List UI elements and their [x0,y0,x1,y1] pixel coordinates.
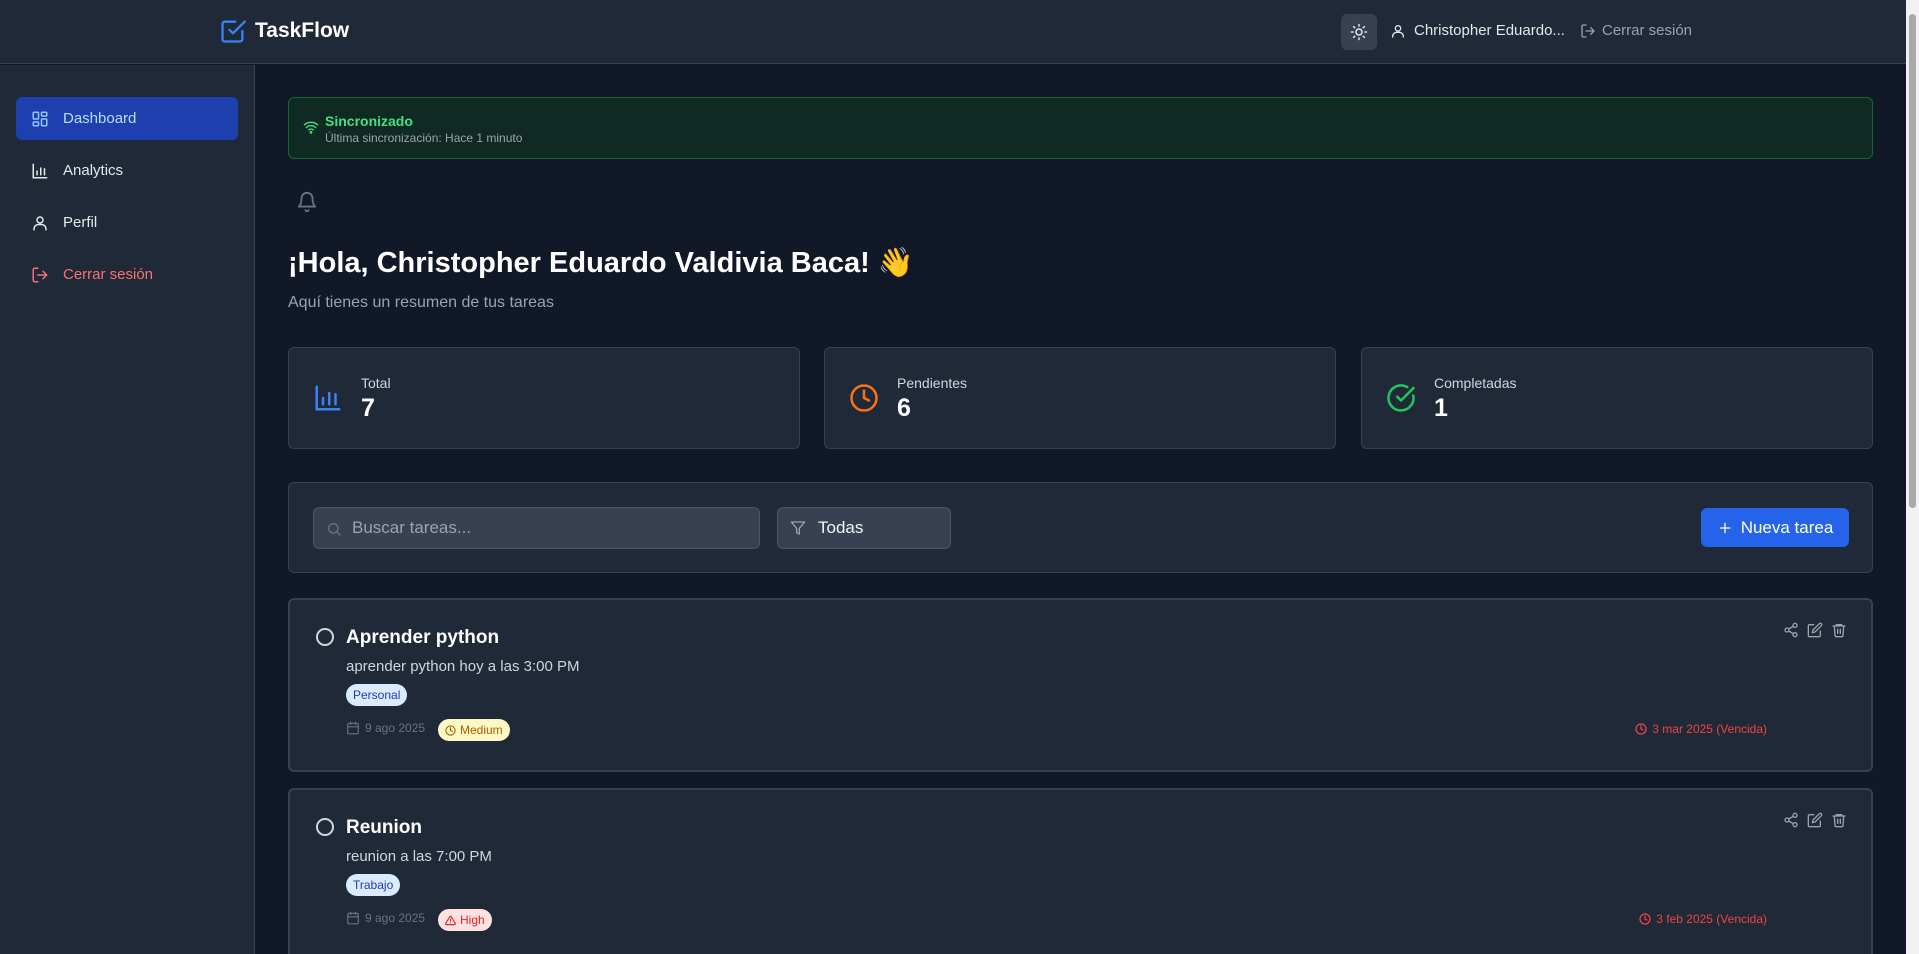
dashboard-icon [31,110,49,128]
page-subtitle: Aquí tienes un resumen de tus tareas [288,294,554,311]
new-task-label: Nueva tarea [1740,517,1834,537]
logout-label: Cerrar sesión [1602,22,1693,39]
theme-toggle-button[interactable] [1341,14,1377,50]
priority-label: Medium [460,723,503,737]
share-icon[interactable] [1783,622,1799,638]
clock-icon [1639,913,1651,925]
task-complete-checkbox[interactable] [316,818,334,836]
check-circle-icon [1386,383,1416,413]
alert-triangle-icon [445,915,456,926]
sync-subtitle: Última sincronización: Hace 1 minuto [325,131,523,145]
task-due-text: 3 feb 2025 (Vencida) [1656,912,1767,926]
top-header: TaskFlow Christopher Eduardo... Cerrar s… [0,0,1906,64]
priority-badge: High [438,909,492,931]
sidebar: Dashboard Analytics Perfil Cerrar sesión [0,65,255,954]
task-card[interactable]: Aprender python aprender python hoy a la… [288,598,1873,772]
plus-icon [1717,520,1733,536]
task-title: Reunion [346,817,422,838]
task-due-date: 3 feb 2025 (Vencida) [1639,912,1767,926]
app-logo[interactable]: TaskFlow [219,17,349,45]
page-scrollbar[interactable] [1906,0,1919,954]
stat-card-pending: Pendientes 6 [824,347,1336,449]
page-title: ¡Hola, Christopher Eduardo Valdivia Baca… [288,247,914,279]
task-description: reunion a las 7:00 PM [346,848,492,865]
priority-label: High [460,913,485,927]
sidebar-item-label: Perfil [63,214,98,231]
task-actions [1783,622,1847,638]
clock-icon [849,383,879,413]
scrollbar-thumb[interactable] [1909,14,1916,508]
task-due-text: 3 mar 2025 (Vencida) [1652,722,1767,736]
task-category-tag: Trabajo [346,874,401,896]
task-created-date: 9 ago 2025 [346,721,425,735]
trash-icon[interactable] [1831,622,1847,638]
task-title: Aprender python [346,627,500,648]
trash-icon[interactable] [1831,812,1847,828]
filter-icon [790,520,806,536]
user-name: Christopher Eduardo... [1414,22,1565,39]
filter-value: Todas [818,518,864,537]
new-task-button[interactable]: Nueva tarea [1701,508,1849,547]
sidebar-item-perfil[interactable]: Perfil [16,201,238,244]
sidebar-item-analytics[interactable]: Analytics [16,149,238,192]
user-icon [1390,23,1406,39]
sun-icon [1350,23,1368,41]
sidebar-item-label: Analytics [63,162,124,179]
task-actions [1783,812,1847,828]
task-category-tag: Personal [346,684,408,706]
task-created-text: 9 ago 2025 [365,721,426,735]
share-icon[interactable] [1783,812,1799,828]
edit-icon[interactable] [1807,812,1823,828]
stat-label: Total [361,375,391,391]
app-name: TaskFlow [255,19,350,42]
search-icon [326,521,342,537]
bell-icon [296,191,318,213]
logout-icon [31,266,49,284]
stat-value: 6 [897,394,911,422]
edit-icon[interactable] [1807,622,1823,638]
sync-status-banner: Sincronizado Última sincronización: Hace… [288,97,1873,159]
priority-badge: Medium [438,719,510,741]
user-icon [31,214,49,232]
sync-title: Sincronizado [325,113,413,129]
task-toolbar: Todas Nueva tarea [288,482,1873,573]
search-box [313,507,760,549]
sidebar-item-label: Dashboard [63,110,137,127]
clock-icon [1635,723,1647,735]
stat-value: 1 [1434,394,1448,422]
calendar-icon [346,721,360,735]
sidebar-item-label: Cerrar sesión [63,266,154,283]
bar-chart-icon [313,383,343,413]
logout-icon [1580,23,1596,39]
check-square-icon [219,17,247,45]
task-due-date: 3 mar 2025 (Vencida) [1635,722,1767,736]
sidebar-item-dashboard[interactable]: Dashboard [16,97,238,140]
task-description: aprender python hoy a las 3:00 PM [346,658,580,675]
calendar-icon [346,911,360,925]
task-created-date: 9 ago 2025 [346,911,425,925]
user-menu[interactable]: Christopher Eduardo... [1390,22,1565,39]
wifi-icon [303,119,319,135]
clock-icon [445,724,456,736]
task-created-text: 9 ago 2025 [365,911,426,925]
search-input[interactable] [352,508,752,548]
stat-label: Pendientes [897,375,968,391]
status-filter-select[interactable]: Todas [777,507,951,549]
logout-button[interactable]: Cerrar sesión [1580,22,1692,39]
notifications-button[interactable] [296,191,318,213]
stat-value: 7 [361,394,375,422]
task-complete-checkbox[interactable] [316,628,334,646]
stat-card-total: Total 7 [288,347,800,449]
stat-card-completed: Completadas 1 [1361,347,1873,449]
sidebar-item-logout[interactable]: Cerrar sesión [16,253,238,296]
chart-icon [31,162,49,180]
task-card[interactable]: Reunion reunion a las 7:00 PM Trabajo 9 … [288,788,1873,954]
stat-label: Completadas [1434,375,1517,391]
